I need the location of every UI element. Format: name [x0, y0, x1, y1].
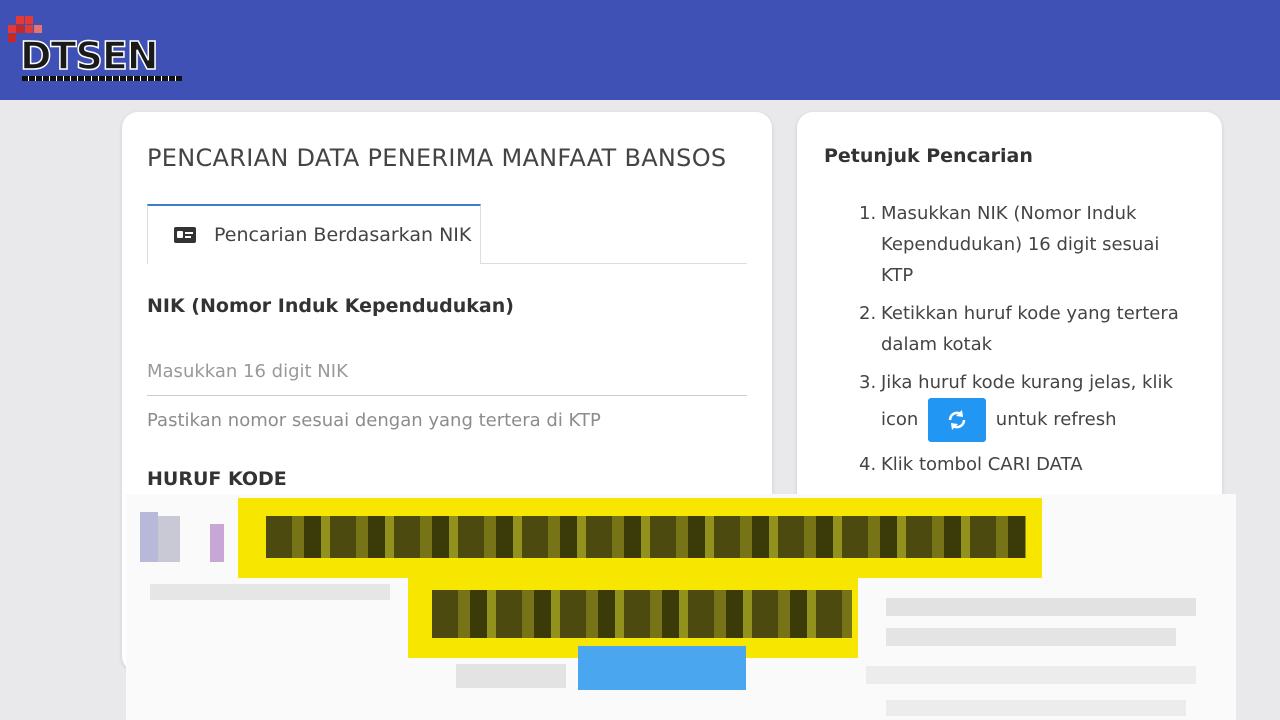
nik-help-text: Pastikan nomor sesuai dengan yang terter…: [147, 410, 601, 431]
pixel-block: [866, 666, 1196, 684]
logo-subtitle: [22, 76, 182, 81]
tab-label: Pencarian Berdasarkan NIK: [214, 224, 472, 246]
guide-step-text-after: untuk refresh: [995, 409, 1117, 430]
guide-step: 2. Ketikkan huruf kode yang tertera dala…: [859, 303, 1179, 355]
top-header-bar: DTSEN: [0, 0, 1280, 100]
guide-step: 1. Masukkan NIK (Nomor Induk Kependuduka…: [859, 203, 1160, 286]
page-title: PENCARIAN DATA PENERIMA MANFAAT BANSOS: [147, 144, 727, 172]
pixel-block: [140, 512, 158, 562]
obscured-text: [266, 516, 1026, 558]
nik-label: NIK (Nomor Induk Kependudukan): [147, 295, 514, 317]
pixel-block: [210, 524, 224, 562]
refresh-icon: [948, 410, 966, 430]
logo-text: DTSEN: [19, 33, 159, 79]
nik-input[interactable]: [147, 348, 747, 396]
pixelated-overlay: [126, 494, 1236, 720]
id-card-icon: [174, 227, 196, 243]
guide-step-text: Klik tombol CARI DATA: [881, 454, 1083, 475]
pixel-block: [456, 664, 566, 688]
pixel-block: [886, 628, 1176, 646]
pixel-block: [886, 700, 1186, 716]
obscured-button[interactable]: [578, 646, 746, 690]
dtsen-logo[interactable]: DTSEN: [8, 14, 182, 86]
tab-nik-search[interactable]: Pencarian Berdasarkan NIK: [147, 204, 481, 264]
guide-step: 3. Jika huruf kode kurang jelas, klik ic…: [859, 367, 1189, 442]
obscured-text: [432, 590, 852, 638]
guide-title: Petunjuk Pencarian: [824, 145, 1033, 167]
captcha-label: HURUF KODE: [147, 468, 287, 490]
pixel-block: [158, 516, 180, 562]
guide-step-text: Masukkan NIK (Nomor Induk Kependudukan) …: [881, 203, 1160, 286]
refresh-button[interactable]: [928, 398, 987, 442]
search-tabs: Pencarian Berdasarkan NIK: [147, 204, 747, 264]
guide-step: 4. Klik tombol CARI DATA: [859, 454, 1083, 475]
guide-steps-list: 1. Masukkan NIK (Nomor Induk Kependuduka…: [859, 198, 1189, 487]
pixel-block: [150, 584, 390, 600]
guide-step-text: Ketikkan huruf kode yang tertera dalam k…: [881, 303, 1179, 355]
pixel-block: [886, 598, 1196, 616]
